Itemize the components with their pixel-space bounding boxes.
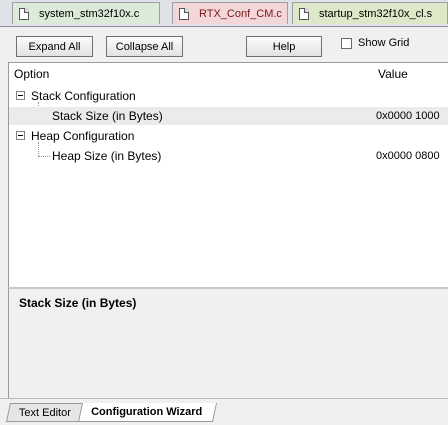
option-column-header: Option [14,67,50,81]
tab-label: Configuration Wizard [91,406,203,418]
help-button[interactable]: Help [246,36,322,57]
option-value[interactable]: 0x0000 0800 [376,150,440,162]
file-tab-label: startup_stm32f10x_cl.s [319,7,433,20]
option-tree-grid: Option Value Stack Configuration Stack S… [8,62,448,287]
show-grid-checkbox[interactable] [341,37,352,49]
file-tab-startup-stm32f10x-cl[interactable]: startup_stm32f10x_cl.s [292,2,448,24]
file-tab-label: RTX_Conf_CM.c [199,7,282,20]
file-tab-system-stm32f10x[interactable]: system_stm32f10x.c [12,2,160,24]
group-label: Heap Configuration [31,129,135,143]
show-grid-toggle[interactable]: Show Grid [341,37,409,49]
tree-row-stack-size[interactable]: Stack Size (in Bytes) 0x0000 1000 [9,107,448,125]
document-icon [299,7,309,20]
file-tab-rtx-conf-cm[interactable]: RTX_Conf_CM.c [172,2,288,24]
tab-configuration-wizard[interactable]: Configuration Wizard [77,403,218,422]
document-icon [19,7,29,20]
file-tab-bar: system_stm32f10x.c RTX_Conf_CM.c startup… [0,0,448,27]
wizard-toolbar: Expand All Collapse All Help Show Grid [0,27,448,61]
description-title: Stack Size (in Bytes) [19,296,137,310]
group-label: Stack Configuration [31,89,136,103]
option-label: Heap Size (in Bytes) [52,149,162,163]
file-tab-label: system_stm32f10x.c [39,7,140,20]
tab-label: Text Editor [19,406,71,419]
option-label: Stack Size (in Bytes) [52,109,163,123]
tree-row-heap-configuration[interactable]: Heap Configuration [9,127,448,145]
document-icon [179,7,189,20]
description-panel: Stack Size (in Bytes) [8,287,448,398]
tab-text-editor[interactable]: Text Editor [5,403,85,422]
expand-all-button[interactable]: Expand All [16,36,93,57]
collapse-toggle-icon[interactable] [16,91,25,100]
show-grid-label: Show Grid [358,37,410,49]
collapse-all-button[interactable]: Collapse All [106,36,183,57]
tree-row-heap-size[interactable]: Heap Size (in Bytes) 0x0000 0800 [9,147,448,165]
collapse-toggle-icon[interactable] [16,131,25,140]
value-column-header: Value [378,67,408,81]
tree-row-stack-configuration[interactable]: Stack Configuration [9,87,448,105]
option-value[interactable]: 0x0000 1000 [376,110,440,122]
editor-view-tabs: Text Editor Configuration Wizard [0,398,448,425]
